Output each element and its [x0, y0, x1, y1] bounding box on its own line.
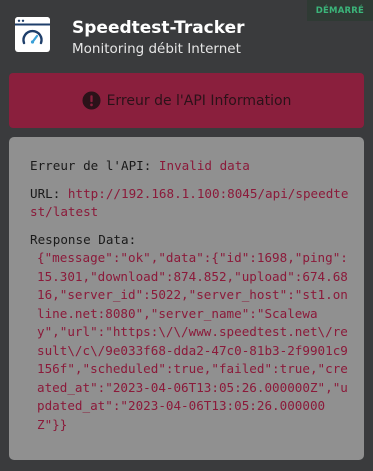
response-row: Response Data: {"message":"ok","data":{"… [30, 231, 352, 435]
error-banner[interactable]: Erreur de l'API Information [9, 73, 364, 128]
error-banner-text: Erreur de l'API Information [106, 92, 292, 109]
url-label: URL: [30, 185, 68, 201]
response-data-value: {"message":"ok","data":{"id":1698,"ping"… [37, 250, 348, 432]
speedometer-window-icon [15, 17, 50, 52]
error-detail-panel: Erreur de l'API: Invalid data URL: http:… [9, 137, 364, 460]
api-error-label: Erreur de l'API: [30, 158, 159, 173]
app-header: Speedtest-Tracker Monitoring débit Inter… [12, 14, 352, 62]
response-data-label: Response Data: [30, 231, 137, 247]
api-error-row: Erreur de l'API: Invalid data [30, 157, 352, 176]
api-error-value: Invalid data [158, 158, 250, 173]
app-title: Speedtest-Tracker [72, 18, 245, 38]
url-value: http://192.168.1.100:8045/api/speedtest/… [30, 185, 349, 220]
app-subtitle: Monitoring débit Internet [72, 41, 241, 57]
alert-circle-icon [82, 91, 101, 110]
url-row: URL: http://192.168.1.100:8045/api/speed… [30, 185, 352, 222]
